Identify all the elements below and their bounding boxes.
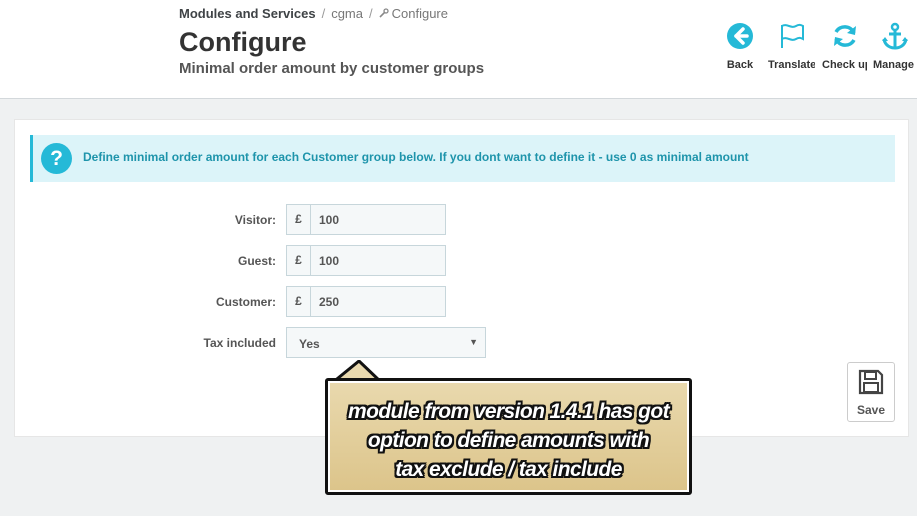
customer-row: Customer: <box>15 286 276 318</box>
guest-amount-value: 100 <box>319 254 340 268</box>
breadcrumb-separator: / <box>321 6 326 21</box>
tax-label: Tax included <box>203 336 276 350</box>
translate-label: Translate <box>768 59 815 71</box>
currency-addon: £ <box>287 287 311 316</box>
page-title: Configure <box>179 27 307 57</box>
guest-label: Guest: <box>237 254 276 268</box>
guest-amount-input[interactable]: £ 100 <box>286 245 446 276</box>
breadcrumb-module[interactable]: cgma <box>331 6 363 21</box>
visitor-row: Visitor: <box>15 204 276 236</box>
tax-row: Tax included <box>15 327 276 359</box>
breadcrumb-separator: / <box>368 6 373 21</box>
back-label: Back <box>726 59 754 71</box>
page-header: Modules and Services / cgma / Configure Conf… <box>0 0 917 99</box>
translate-button[interactable]: Translate <box>768 22 815 76</box>
annotation-callout: module from version 1.4.1 has got option… <box>325 378 692 495</box>
check-update-button[interactable]: Check update <box>822 22 867 76</box>
callout-text: module from version 1.4.1 has got option… <box>328 397 689 484</box>
page-subtitle: Minimal order amount by customer groups <box>179 60 485 77</box>
save-label: Save <box>856 403 886 417</box>
anchor-icon <box>882 22 908 50</box>
caret-down-icon: ▼ <box>469 337 478 347</box>
guest-row: Guest: <box>15 245 276 277</box>
customer-label: Customer: <box>215 295 276 309</box>
back-button[interactable]: Back <box>714 22 766 76</box>
currency-addon: £ <box>287 205 311 234</box>
callout-line: option to define amounts with <box>367 429 650 452</box>
visitor-amount-value: 100 <box>319 213 340 227</box>
floppy-disk-icon <box>858 369 884 395</box>
check-update-label: Check update <box>822 59 867 71</box>
question-icon: ? <box>41 143 72 174</box>
breadcrumb: Modules and Services / cgma / Configure <box>179 6 448 21</box>
tax-included-value: Yes <box>299 337 320 351</box>
info-alert: ? Define minimal order amount for each C… <box>30 135 895 182</box>
wrench-icon <box>379 8 389 18</box>
flag-icon <box>780 23 804 48</box>
visitor-label: Visitor: <box>234 213 276 227</box>
tax-included-select[interactable]: Yes ▼ <box>286 327 486 358</box>
customer-amount-value: 250 <box>319 295 340 309</box>
alert-text: Define minimal order amount for each Cus… <box>83 150 749 164</box>
callout-line: module from version 1.4.1 has got <box>348 400 670 423</box>
save-button[interactable]: Save <box>847 362 895 422</box>
visitor-amount-input[interactable]: £ 100 <box>286 204 446 235</box>
currency-addon: £ <box>287 246 311 275</box>
customer-amount-input[interactable]: £ 250 <box>286 286 446 317</box>
back-arrow-icon <box>727 23 753 49</box>
callout-line: tax exclude / tax include <box>395 458 622 481</box>
breadcrumb-root[interactable]: Modules and Services <box>179 6 316 21</box>
manage-hooks-label: Manage hooks <box>873 59 917 71</box>
breadcrumb-current-label: Configure <box>391 6 448 21</box>
manage-hooks-button[interactable]: Manage hooks <box>873 22 917 76</box>
refresh-icon <box>833 25 856 47</box>
breadcrumb-current: Configure <box>379 6 448 21</box>
